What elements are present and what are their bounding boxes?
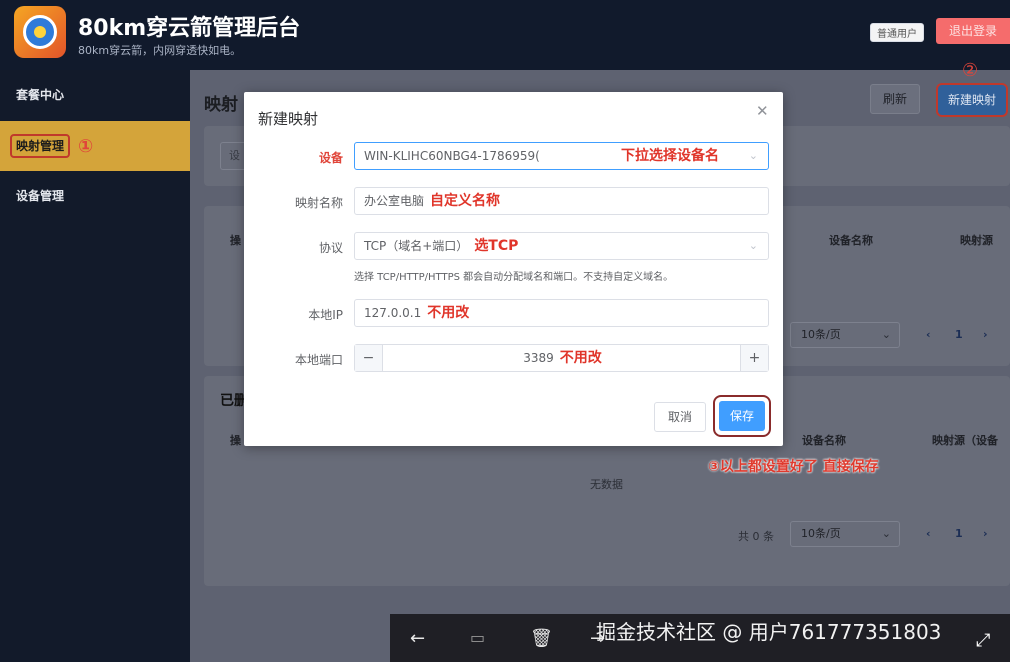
app-subtitle: 80km穿云箭，内网穿透快如电。 — [78, 44, 242, 57]
sidebar-item-label: 映射管理 — [10, 134, 71, 158]
new-mapping-button[interactable]: 新建映射 — [936, 83, 1008, 117]
column-header-source: 映射源 — [960, 234, 993, 247]
protocol-note: 选TCP — [474, 238, 519, 254]
name-input[interactable]: 办公室电脑 自定义名称 — [354, 187, 769, 215]
save-highlight: 保存 — [713, 395, 771, 437]
comment-icon[interactable]: ▭ — [470, 628, 485, 647]
increment-icon[interactable]: + — [740, 345, 768, 371]
page-size-select[interactable]: 10条/页 ⌄ — [790, 322, 900, 348]
protocol-label: 协议 — [318, 241, 343, 255]
port-value: 3389 — [523, 351, 554, 365]
page-number[interactable]: 1 — [955, 527, 963, 540]
app-title: 80km穿云箭管理后台 — [78, 16, 301, 41]
protocol-hint: 选择 TCP/HTTP/HTTPS 都会自动分配域名和端口。不支持自定义域名。 — [354, 272, 674, 283]
column-header-source: 映射源（设备 — [932, 434, 998, 447]
decrement-icon[interactable]: − — [355, 345, 383, 371]
cancel-button[interactable]: 取消 — [654, 402, 706, 432]
watermark: 掘金技术社区 @ 用户761777351803 — [596, 620, 942, 644]
name-label: 映射名称 — [294, 196, 343, 210]
local-port-stepper: 3389 不用改 − + — [354, 344, 769, 372]
sidebar-item-devices[interactable]: 设备管理 — [0, 171, 190, 221]
device-label: 设备 — [318, 151, 343, 165]
chevron-down-icon: ⌄ — [748, 239, 758, 252]
app-header: 80km穿云箭管理后台 80km穿云箭，内网穿透快如电。 普通用户 退出登录 — [0, 0, 1010, 70]
local-port-label: 本地端口 — [294, 353, 343, 367]
column-header-device: 设备名称 — [829, 234, 873, 247]
port-note: 不用改 — [559, 350, 602, 366]
page-size-value: 10条/页 — [801, 328, 841, 341]
page-number[interactable]: 1 — [955, 328, 963, 341]
step-2-annotation: ② — [962, 60, 979, 81]
column-header-operation: 操 — [230, 434, 241, 447]
sidebar-item-label: 套餐中心 — [16, 88, 65, 102]
page-size-select[interactable]: 10条/页 ⌄ — [790, 521, 900, 547]
chevron-down-icon: ⌄ — [881, 328, 891, 341]
empty-state-text: 无数据 — [590, 478, 623, 491]
column-header-device: 设备名称 — [802, 434, 846, 447]
prev-page-icon[interactable]: ‹ — [926, 527, 931, 540]
next-page-icon[interactable]: › — [983, 527, 988, 540]
page-title: 映射 — [204, 95, 238, 115]
step-3-annotation: ③以上都设置好了 直接保存 — [708, 459, 879, 475]
close-icon[interactable]: ✕ — [756, 102, 769, 120]
dialog-title: 新建映射 — [258, 110, 319, 128]
protocol-value: TCP（域名+端口） — [364, 239, 469, 253]
local-ip-note: 不用改 — [427, 305, 470, 321]
user-role-badge: 普通用户 — [870, 23, 924, 42]
prev-page-icon[interactable]: ‹ — [926, 328, 931, 341]
chevron-down-icon: ⌄ — [748, 149, 758, 162]
name-note: 自定义名称 — [430, 193, 501, 209]
sidebar: 套餐中心 映射管理 ① 设备管理 — [0, 70, 190, 662]
name-value: 办公室电脑 — [364, 194, 425, 208]
arrow-left-icon[interactable]: ← — [410, 628, 425, 649]
refresh-button[interactable]: 刷新 — [870, 84, 920, 114]
sidebar-item-mapping[interactable]: 映射管理 ① — [0, 121, 190, 171]
total-count: 共 0 条 — [738, 530, 774, 543]
logout-button[interactable]: 退出登录 — [936, 18, 1010, 44]
column-header-operation: 操 — [230, 234, 241, 247]
local-ip-value: 127.0.0.1 — [364, 306, 422, 320]
save-button[interactable]: 保存 — [719, 401, 765, 431]
local-ip-input[interactable]: 127.0.0.1 不用改 — [354, 299, 769, 327]
sidebar-item-packages[interactable]: 套餐中心 — [0, 70, 190, 120]
next-page-icon[interactable]: › — [983, 328, 988, 341]
protocol-select[interactable]: TCP（域名+端口） 选TCP ⌄ — [354, 232, 769, 260]
port-value-wrap[interactable]: 3389 不用改 — [355, 345, 770, 371]
expand-icon[interactable]: ⤢ — [976, 630, 990, 651]
chevron-down-icon: ⌄ — [881, 527, 891, 540]
sidebar-item-label: 设备管理 — [16, 189, 65, 203]
device-select[interactable]: WIN-KLIHC60NBG4-1786959( 下拉选择设备名 ⌄ — [354, 142, 769, 170]
new-mapping-dialog: 新建映射 ✕ 设备 WIN-KLIHC60NBG4-1786959( 下拉选择设… — [244, 92, 783, 446]
local-ip-label: 本地IP — [308, 308, 343, 322]
page-size-value: 10条/页 — [801, 527, 841, 540]
device-value: WIN-KLIHC60NBG4-1786959( — [364, 149, 540, 163]
step-1-annotation: ① — [78, 135, 94, 157]
trash-icon[interactable]: 🗑 — [530, 628, 553, 649]
app-logo — [14, 6, 66, 58]
device-note: 下拉选择设备名 — [621, 148, 719, 164]
